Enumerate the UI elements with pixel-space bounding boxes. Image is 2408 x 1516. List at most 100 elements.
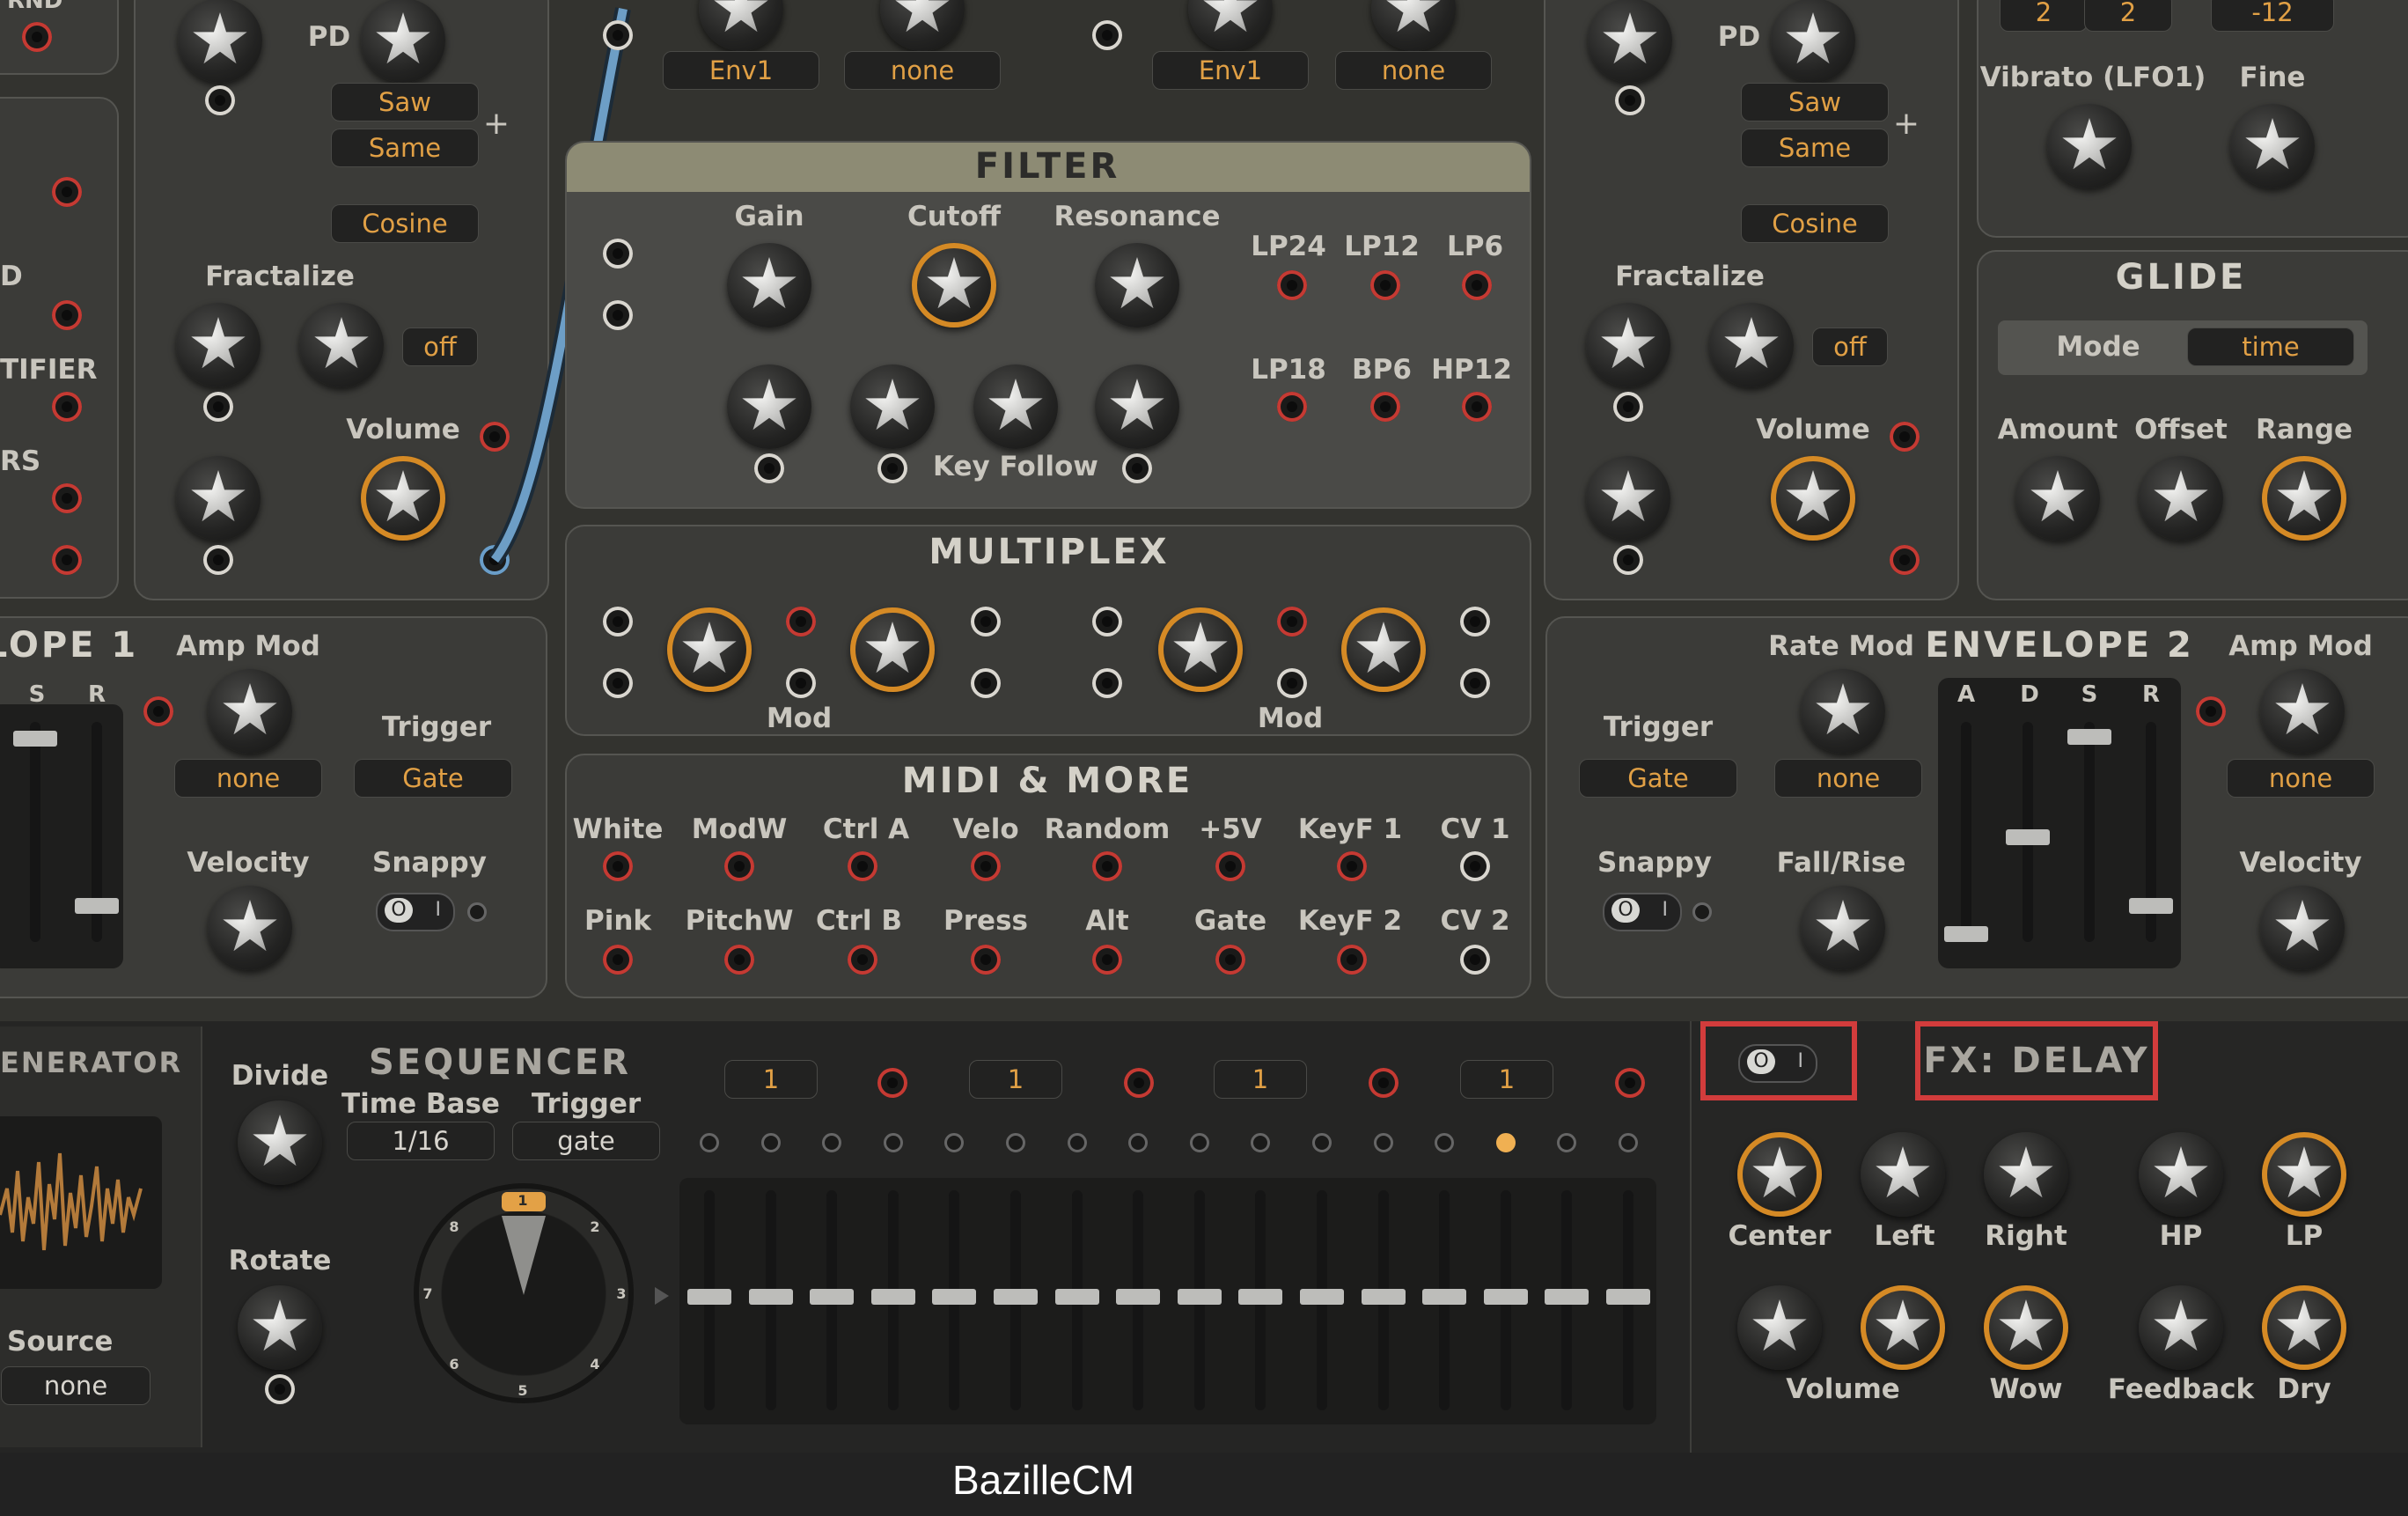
mux-knob-1[interactable] [667, 607, 752, 692]
filter-lp18-jack[interactable] [1277, 392, 1307, 422]
env2-fallrise-knob[interactable] [1801, 886, 1885, 970]
mux-jack-11[interactable] [1460, 607, 1490, 637]
fx-wow-knob[interactable] [1984, 1285, 2068, 1370]
osc-right-pd-knob[interactable] [1771, 0, 1855, 83]
fx-enable-switch[interactable]: OI [1738, 1044, 1817, 1083]
glide-range-knob[interactable] [2262, 456, 2346, 541]
seq-step-jack-1[interactable] [877, 1068, 907, 1098]
midi-random-jack[interactable] [1092, 851, 1122, 881]
seq-step-led[interactable] [1435, 1133, 1454, 1152]
osc-right-jack-2[interactable] [1613, 392, 1643, 422]
midi-ctrlb-jack[interactable] [848, 945, 877, 975]
osc-left-jack-3[interactable] [203, 545, 233, 575]
env2-decay-fader[interactable] [2001, 722, 2055, 942]
osc-left-fract-knob-2[interactable] [299, 303, 384, 387]
vibrato-fine-knob[interactable] [2230, 104, 2315, 188]
mux-jack-7[interactable] [1092, 607, 1122, 637]
vibrato-knob[interactable] [2047, 104, 2132, 188]
midi-modw-jack[interactable] [724, 851, 754, 881]
osc-right-knob-1[interactable] [1588, 0, 1672, 83]
osc-left-pd-knob[interactable] [361, 0, 445, 83]
filter-keyfollow-knob[interactable] [973, 364, 1058, 449]
mux-jack-1[interactable] [603, 607, 633, 637]
filter-lp24-jack[interactable] [1277, 270, 1307, 300]
midi-cv2-jack[interactable] [1460, 945, 1490, 975]
seq-divide-knob[interactable] [238, 1100, 322, 1185]
midi-press-jack[interactable] [971, 945, 1001, 975]
osc-right-wave-select[interactable]: Saw [1741, 83, 1889, 121]
mux-jack-6[interactable] [971, 668, 1001, 698]
seq-step-jack-3[interactable] [1369, 1068, 1399, 1098]
mux-knob-4[interactable] [1341, 607, 1426, 692]
osc-right-knob-3[interactable] [1586, 456, 1670, 541]
seq-step-jack-2[interactable] [1124, 1068, 1154, 1098]
env2-velocity-knob[interactable] [2260, 886, 2345, 970]
seq-step-fader[interactable] [1295, 1190, 1349, 1410]
edge-jack-2[interactable] [52, 300, 82, 330]
env2-ampmod-select[interactable]: none [2227, 759, 2375, 798]
filter-mod-knob-2[interactable] [850, 364, 935, 449]
filter-mod-knob-4[interactable] [1095, 364, 1179, 449]
seq-step-value-4[interactable]: 1 [1460, 1060, 1553, 1099]
glide-mode-select[interactable]: time [2187, 327, 2354, 366]
env2-snappy-switch[interactable]: OI [1603, 893, 1682, 931]
seq-step-fader[interactable] [1111, 1190, 1165, 1410]
mux-jack-2[interactable] [603, 668, 633, 698]
seq-step-led[interactable] [700, 1133, 719, 1152]
seq-step-value-3[interactable]: 1 [1214, 1060, 1307, 1099]
env1-velocity-knob[interactable] [208, 886, 292, 970]
seq-trigger-select[interactable]: gate [512, 1122, 660, 1160]
fx-lp-knob[interactable] [2262, 1132, 2346, 1217]
osc-left-jack-2[interactable] [203, 392, 233, 422]
filter-mod-knob-1[interactable] [727, 364, 811, 449]
osc-left-fract-knob-1[interactable] [176, 303, 261, 387]
filter-mod-jack-1[interactable] [754, 453, 784, 483]
osc-right-cosine-select[interactable]: Cosine [1741, 204, 1889, 243]
fx-feedback-knob[interactable] [2139, 1285, 2223, 1370]
seq-step-value-2[interactable]: 1 [969, 1060, 1062, 1099]
fx-volume-knob-2[interactable] [1861, 1285, 1945, 1370]
osc-left-fractalize-select[interactable]: off [402, 327, 478, 366]
seq-step-fader[interactable] [988, 1190, 1043, 1410]
filter-resonance-knob[interactable] [1095, 243, 1179, 327]
osc-right-jack-red-2[interactable] [1890, 545, 1920, 575]
filter-in-jack-2[interactable] [603, 300, 633, 330]
midi-pink-jack[interactable] [603, 945, 633, 975]
seq-step-led[interactable] [944, 1133, 964, 1152]
env2-ampmod-knob[interactable] [2260, 669, 2345, 754]
midi-velo-jack[interactable] [971, 851, 1001, 881]
seq-step-led[interactable] [884, 1133, 903, 1152]
seq-step-value-1[interactable]: 1 [724, 1060, 818, 1099]
seq-step-fader[interactable] [1539, 1190, 1594, 1410]
vibrato-value-1[interactable]: 2 [2000, 0, 2088, 32]
osc-right-fractalize-select[interactable]: off [1812, 327, 1888, 366]
filter-mod-jack-2[interactable] [877, 453, 907, 483]
filter-cutoff-knob[interactable] [912, 243, 996, 327]
midi-keyf2-jack[interactable] [1337, 945, 1367, 975]
env1-ampmod-select[interactable]: none [174, 759, 322, 798]
edge-jack-3[interactable] [52, 392, 82, 422]
mux-jack-5[interactable] [971, 607, 1001, 637]
osc-left-knob-3[interactable] [176, 456, 261, 541]
mux-jack-3[interactable] [786, 607, 816, 637]
env2-sustain-fader[interactable] [2062, 722, 2117, 942]
osc-left-cosine-select[interactable]: Cosine [331, 204, 479, 243]
osc-left-knob-1[interactable] [178, 0, 262, 83]
env2-out-jack[interactable] [2196, 696, 2226, 726]
fx-volume-knob-1[interactable] [1737, 1285, 1822, 1370]
midi-white-jack[interactable] [603, 851, 633, 881]
env2-ratemod-select[interactable]: none [1774, 759, 1922, 798]
filter-hp12-jack[interactable] [1462, 392, 1492, 422]
fx-center-knob[interactable] [1737, 1132, 1822, 1217]
seq-step-fader[interactable] [1233, 1190, 1288, 1410]
edge-jack-5[interactable] [52, 545, 82, 575]
seq-step-led[interactable] [1312, 1133, 1332, 1152]
seq-step-fader[interactable] [1356, 1190, 1411, 1410]
rnd-jack[interactable] [22, 22, 52, 52]
osc-left-volume-knob[interactable] [361, 456, 445, 541]
glide-amount-knob[interactable] [2015, 456, 2100, 541]
mux-jack-8[interactable] [1092, 668, 1122, 698]
seq-step-fader[interactable] [1417, 1190, 1472, 1410]
edge-jack-4[interactable] [52, 483, 82, 513]
osc-right-jack-red-1[interactable] [1890, 422, 1920, 452]
